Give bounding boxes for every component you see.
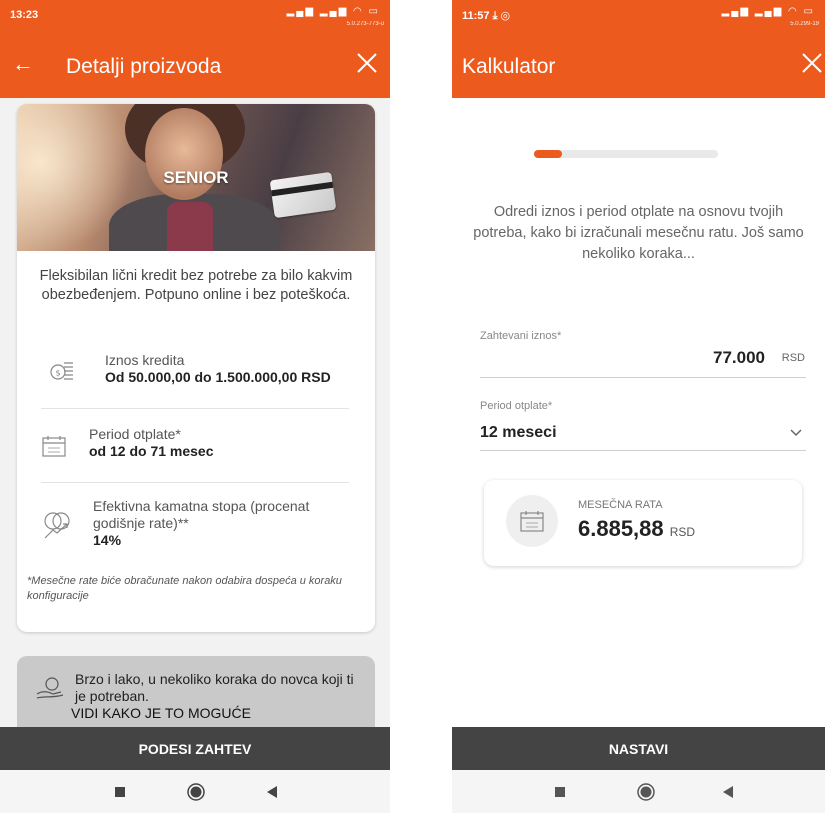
feature-value: od 12 do 71 mesec [89,443,214,459]
signal-wifi-battery-icon: ▂▄▆ ▂▄▆ ◠ ▭ [721,6,815,17]
coins-icon: $ [50,362,73,380]
app-bar: Kalkulator [452,38,825,98]
step-progress-fill [534,150,562,158]
feature-value: Od 50.000,00 do 1.500.000,00 RSD [105,369,331,385]
status-bar: 11:57 ⤓ ◎ ▂▄▆ ▂▄▆ ◠ ▭ 5.0.299-19 [452,0,825,38]
calendar-icon [520,511,544,532]
close-icon[interactable] [799,50,825,76]
calendar-icon [42,436,66,457]
app-version: 5.0.273-773-u [346,21,384,27]
page-title: Detalji proizvoda [66,55,222,78]
feature-interest-rate: Efektivna kamatna stopa (procenat godišn… [17,498,375,554]
monthly-rate-value: 6.885,88 RSD [578,516,696,541]
feature-value: 14% [93,532,122,548]
phone-right: 11:57 ⤓ ◎ ▂▄▆ ▂▄▆ ◠ ▭ 5.0.299-19 Kalkula… [452,0,825,813]
chevron-down-icon[interactable] [789,428,803,438]
product-name: SENIOR [163,168,229,187]
arrow-left-icon[interactable]: ← [12,52,34,76]
percent-growth-icon [44,512,70,539]
amount-underline [480,377,806,378]
circle-icon[interactable] [186,782,206,802]
product-card: SENIOR Fleksibilan lični kredit bez potr… [17,104,375,632]
amount-label: Zahtevani iznos* [480,330,562,342]
amount-currency: RSD [781,352,805,364]
status-time: 11:57 ⤓ ◎ [462,10,511,22]
page-title: Kalkulator [462,55,556,78]
feature-label: Iznos kredita [105,352,185,368]
continue-button[interactable]: NASTAVI [452,727,825,771]
square-icon[interactable] [550,782,570,802]
feature-repayment-period: Period otplate* od 12 do 71 mesec [17,426,375,466]
hand-money-icon [36,677,64,699]
monthly-rate-label: MESEČNA RATA [578,499,663,511]
feature-label: Efektivna kamatna stopa (procenat godišn… [93,498,310,531]
monthly-rate-card: MESEČNA RATA 6.885,88 RSD [484,480,802,566]
triangle-back-icon[interactable] [262,782,282,802]
app-version: 5.0.299-19 [790,21,819,27]
period-label: Period otplate* [480,400,553,412]
period-select[interactable]: 12 meseci [480,424,557,442]
signal-wifi-battery-icon: ▂▄▆ ▂▄▆ ◠ ▭ [286,6,380,17]
amount-input[interactable]: 77.000 [713,348,765,368]
app-bar: ← Detalji proizvoda [0,38,390,98]
calculator-intro-text: Odredi iznos i period otplate na osnovu … [473,204,804,262]
system-nav-bar [0,770,390,813]
svg-text:$: $ [56,369,61,378]
feature-loan-amount: $ Iznos kredita Od 50.000,00 do 1.500.00… [17,352,375,392]
product-description: Fleksibilan lični kredit bez potrebe za … [39,268,353,303]
circle-icon[interactable] [636,782,656,802]
info-text: Brzo i lako, u nekoliko koraka do novca … [75,671,354,704]
triangle-back-icon[interactable] [718,782,738,802]
configure-request-button[interactable]: PODESI ZAHTEV [0,727,390,771]
hero-image: SENIOR [17,104,375,251]
footnote: *Mesečne rate biće obračunate nakon odab… [27,575,342,602]
close-icon[interactable] [354,50,380,76]
system-nav-bar [452,770,825,813]
how-it-works-link[interactable]: VIDI KAKO JE TO MOGUĆE [71,705,365,722]
phone-left: 13:23 ▂▄▆ ▂▄▆ ◠ ▭ 5.0.273-773-u ← Detalj… [0,0,390,813]
feature-label: Period otplate* [89,426,181,442]
period-underline [480,450,806,451]
status-bar: 13:23 ▂▄▆ ▂▄▆ ◠ ▭ 5.0.273-773-u [0,0,390,38]
calendar-icon-bg [506,495,558,547]
square-icon[interactable] [110,782,130,802]
divider [41,408,349,409]
divider [41,482,349,483]
step-progress-bar [534,150,718,158]
status-time: 13:23 [10,9,39,21]
